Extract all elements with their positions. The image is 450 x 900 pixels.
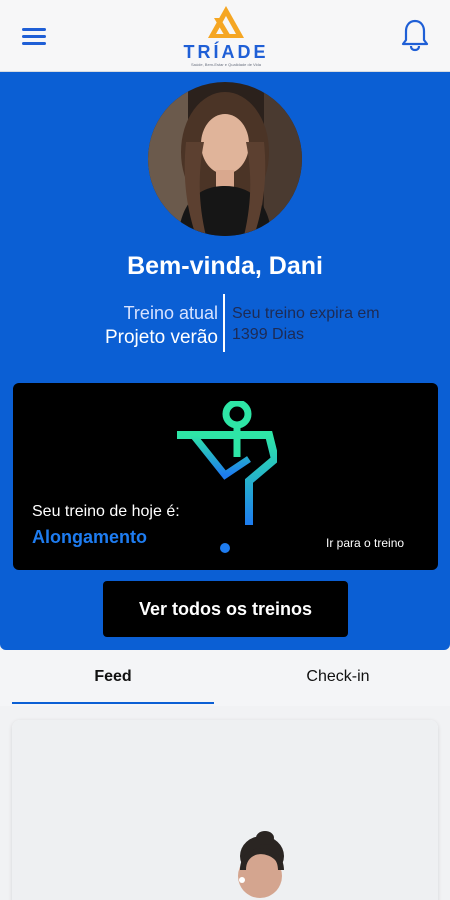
carousel-indicator[interactable] [220, 543, 230, 553]
today-workout-name[interactable]: Alongamento [32, 527, 147, 548]
logo-tagline: Saúde, Bem-Estar e Qualidade de Vida [191, 62, 261, 67]
expiry-value: 1399 Dias [232, 326, 305, 343]
bell-icon[interactable] [400, 18, 430, 52]
avatar[interactable] [148, 82, 302, 236]
active-tab-indicator [12, 702, 214, 704]
welcome-heading: Bem-vinda, Dani [127, 252, 323, 280]
current-plan-label: Treino atual [123, 303, 218, 323]
tab-feed[interactable]: Feed [12, 650, 214, 706]
current-plan-value: Projeto verão [104, 327, 218, 348]
app-header: TRÍADE Saúde, Bem-Estar e Qualidade de V… [0, 0, 450, 72]
profile-photo [148, 82, 302, 236]
stretching-figure-icon [177, 401, 277, 525]
plan-expiry: Seu treino expira em 1399 Dias [232, 303, 432, 345]
tab-check-in[interactable]: Check-in [226, 650, 450, 706]
view-all-workouts-button[interactable]: Ver todos os treinos [103, 581, 348, 637]
triade-logo-icon [208, 6, 244, 38]
hamburger-menu-icon[interactable] [22, 24, 48, 46]
feed-post-image [12, 720, 438, 900]
today-workout-card[interactable]: Seu treino de hoje é: Alongamento Ir par… [13, 383, 438, 570]
today-workout-label: Seu treino de hoje é: [32, 503, 180, 520]
go-to-workout-link[interactable]: Ir para o treino [326, 536, 404, 550]
feed-post[interactable] [12, 720, 438, 900]
plan-divider [223, 294, 225, 352]
app-logo: TRÍADE Saúde, Bem-Estar e Qualidade de V… [180, 4, 272, 70]
logo-wordmark: TRÍADE [183, 42, 269, 62]
feed-tabs: Feed Check-in [0, 650, 450, 706]
expiry-label: Seu treino expira em [232, 305, 380, 322]
current-plan: Treino atual Projeto verão [60, 301, 218, 351]
